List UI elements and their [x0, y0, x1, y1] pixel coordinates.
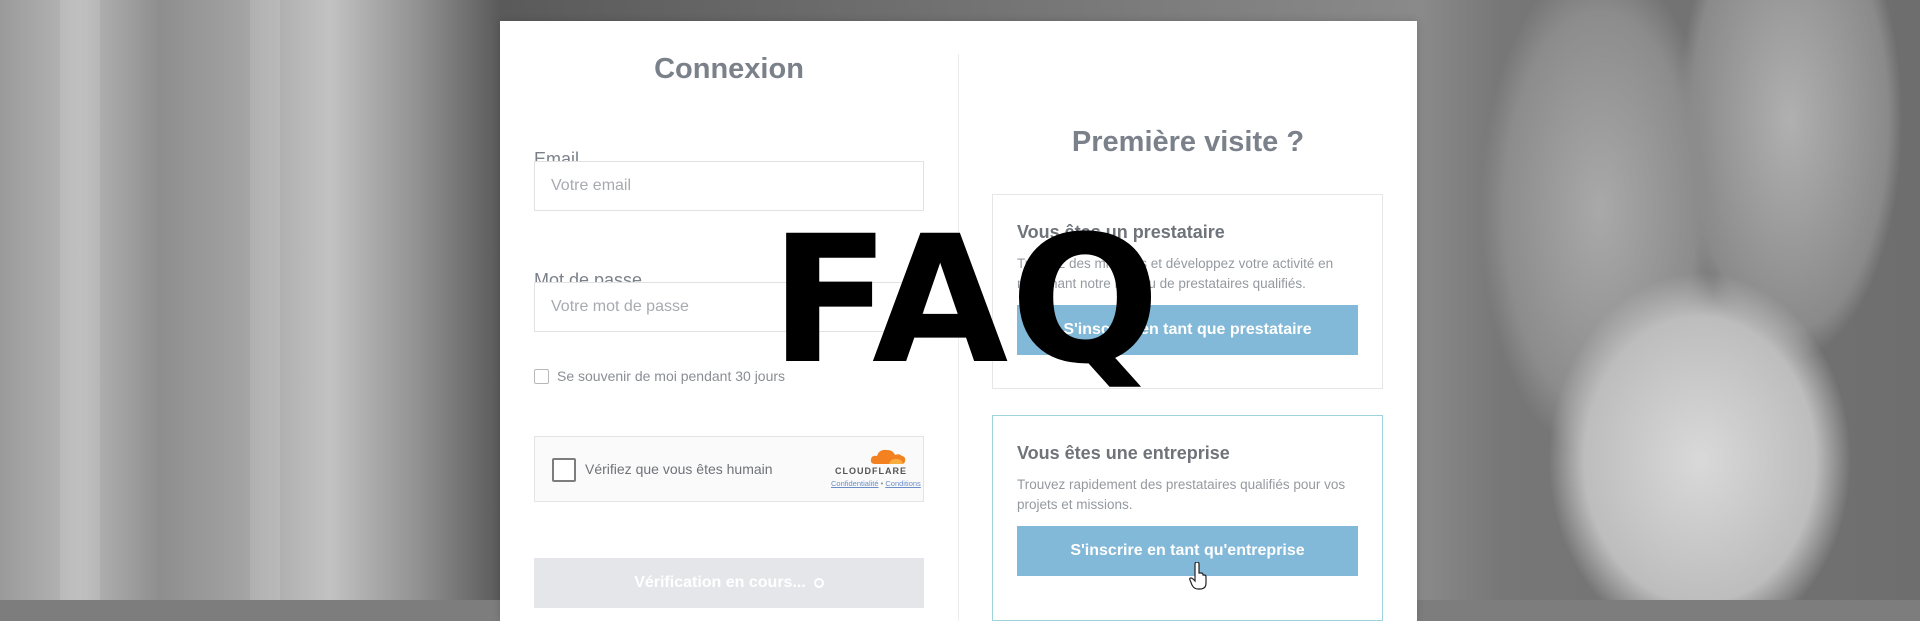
link-separator: •	[880, 479, 884, 488]
captcha-links: Confidentialité • Conditions	[831, 479, 921, 488]
cloudflare-logo: CLOUDFLARE Confidentialité • Conditions	[831, 447, 921, 488]
remember-me[interactable]: Se souvenir de moi pendant 30 jours	[534, 368, 785, 384]
terms-link[interactable]: Conditions	[885, 479, 920, 488]
login-submit-label: Vérification en cours...	[634, 574, 806, 591]
company-title: Vous êtes une entreprise	[1017, 443, 1230, 463]
company-card: Vous êtes une entreprise Trouvez rapidem…	[992, 415, 1383, 621]
cloudflare-captcha: Vérifiez que vous êtes humain CLOUDFLARE…	[534, 436, 924, 502]
cloudflare-wordmark: CLOUDFLARE	[835, 466, 907, 476]
captcha-label: Vérifiez que vous êtes humain	[585, 461, 773, 477]
signup-company-button[interactable]: S'inscrire en tant qu'entreprise	[1017, 526, 1358, 576]
remember-checkbox[interactable]	[534, 368, 549, 384]
privacy-link[interactable]: Confidentialité	[831, 479, 879, 488]
faq-overlay: FAQ	[770, 198, 1162, 403]
remember-label: Se souvenir de moi pendant 30 jours	[557, 368, 786, 384]
company-description: Trouvez rapidement des prestataires qual…	[1017, 477, 1346, 512]
login-submit-button[interactable]: Vérification en cours...	[534, 558, 924, 608]
captcha-checkbox[interactable]	[552, 458, 576, 482]
login-title: Connexion	[654, 53, 804, 85]
background-stripe	[250, 0, 280, 600]
signup-title: Première visite ?	[1071, 126, 1305, 158]
hand-cursor-icon	[1189, 562, 1207, 590]
cloud-icon	[870, 449, 906, 464]
background-stripe	[60, 0, 100, 600]
spinner-icon	[813, 578, 824, 588]
